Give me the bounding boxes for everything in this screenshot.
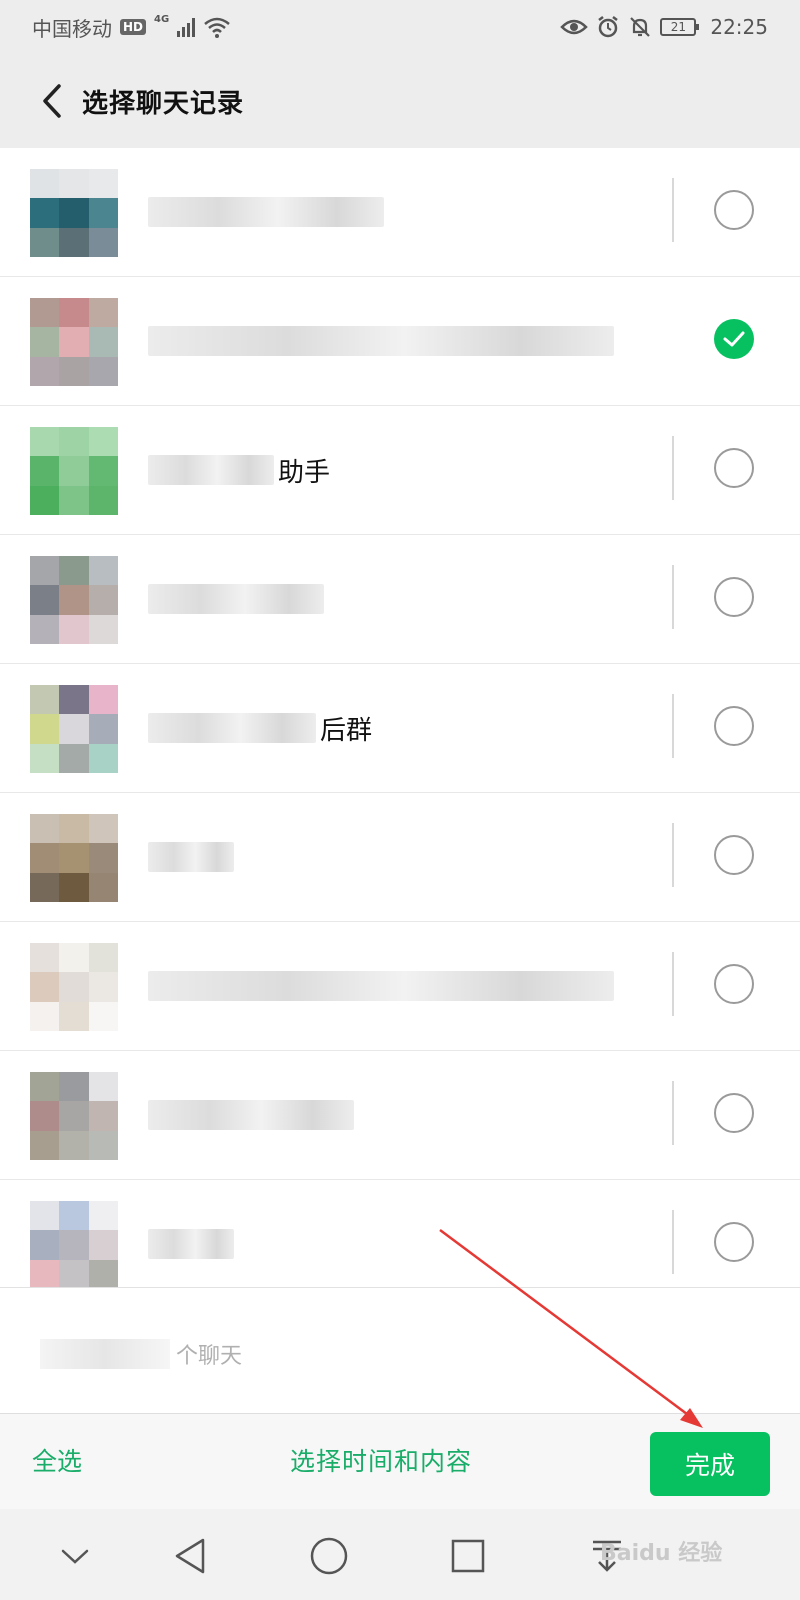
battery-level: 21 xyxy=(670,20,686,34)
row-divider xyxy=(672,178,674,242)
chat-row[interactable] xyxy=(0,277,800,406)
chat-name: 后群 xyxy=(148,710,372,746)
row-divider xyxy=(672,565,674,629)
chat-row[interactable] xyxy=(0,148,800,277)
select-radio[interactable] xyxy=(714,835,754,875)
status-left: 中国移动 HD 4G xyxy=(32,13,231,42)
chat-name xyxy=(148,1226,234,1262)
select-radio[interactable] xyxy=(714,577,754,617)
chat-name xyxy=(148,839,234,875)
eye-icon xyxy=(560,19,589,35)
carrier-label: 中国移动 xyxy=(32,16,112,41)
chat-name xyxy=(148,194,384,230)
blurred-hint xyxy=(40,1339,170,1369)
avatar xyxy=(30,298,118,386)
chat-name xyxy=(148,968,614,1004)
mute-bell-icon xyxy=(630,17,651,37)
battery-icon: 21 xyxy=(660,18,700,36)
blurred-name xyxy=(148,713,316,743)
avatar xyxy=(30,685,118,773)
selection-hint: 个聊天 xyxy=(0,1287,800,1414)
row-divider xyxy=(672,1210,674,1274)
nav-back-button[interactable] xyxy=(165,1531,215,1581)
status-right: 21 22:25 xyxy=(560,15,768,39)
select-radio[interactable] xyxy=(714,964,754,1004)
home-circle-icon xyxy=(310,1537,348,1575)
chat-name xyxy=(148,323,614,359)
checkmark-icon xyxy=(723,331,745,347)
hint-suffix: 个聊天 xyxy=(176,1344,243,1369)
select-radio[interactable] xyxy=(714,190,754,230)
select-all-button[interactable]: 全选 xyxy=(32,1442,82,1478)
back-button[interactable] xyxy=(22,76,82,126)
row-divider xyxy=(672,952,674,1016)
blurred-name xyxy=(148,197,384,227)
chat-name-text: 后群 xyxy=(320,715,373,746)
alarm-icon xyxy=(598,16,619,38)
chat-row[interactable] xyxy=(0,793,800,922)
header: 选择聊天记录 xyxy=(0,54,800,148)
chat-row[interactable]: 助手 xyxy=(0,406,800,535)
avatar xyxy=(30,943,118,1031)
nav-recents-button[interactable] xyxy=(443,1531,493,1581)
blurred-name xyxy=(148,1100,354,1130)
avatar xyxy=(30,556,118,644)
blurred-name xyxy=(148,971,614,1001)
status-bar: 中国移动 HD 4G 21 22:25 xyxy=(0,0,800,54)
done-button[interactable]: 完成 xyxy=(650,1432,770,1496)
chat-row[interactable] xyxy=(0,535,800,664)
select-radio[interactable] xyxy=(714,448,754,488)
avatar xyxy=(30,1072,118,1160)
blurred-name xyxy=(148,842,234,872)
back-triangle-icon xyxy=(175,1538,205,1574)
select-radio-checked[interactable] xyxy=(714,319,754,359)
chat-row[interactable] xyxy=(0,922,800,1051)
signal-icon xyxy=(177,17,196,37)
chevron-down-icon xyxy=(61,1549,89,1564)
chat-name: 助手 xyxy=(148,452,330,488)
select-radio[interactable] xyxy=(714,706,754,746)
avatar xyxy=(30,1201,118,1289)
row-divider xyxy=(672,1081,674,1145)
network-type: 4G xyxy=(154,13,170,25)
hd-badge: HD xyxy=(120,19,147,35)
avatar xyxy=(30,814,118,902)
chat-row[interactable]: 后群 xyxy=(0,664,800,793)
watermark: Baidu 经验 xyxy=(600,1541,723,1566)
avatar xyxy=(30,169,118,257)
chat-name xyxy=(148,581,324,617)
blurred-name xyxy=(148,584,324,614)
select-radio[interactable] xyxy=(714,1093,754,1133)
wifi-icon xyxy=(204,17,230,38)
select-radio[interactable] xyxy=(714,1222,754,1262)
clock: 22:25 xyxy=(710,15,768,39)
recents-square-icon xyxy=(451,1539,485,1573)
row-divider xyxy=(672,823,674,887)
chat-name-text: 助手 xyxy=(278,457,331,488)
row-divider xyxy=(672,694,674,758)
chat-name xyxy=(148,1097,354,1133)
page-title: 选择聊天记录 xyxy=(82,88,245,119)
chat-list[interactable]: 助手 后群 xyxy=(0,148,800,1308)
select-time-content-button[interactable]: 选择时间和内容 xyxy=(290,1442,472,1478)
hint-text: 个聊天 xyxy=(34,1338,242,1370)
row-divider xyxy=(672,436,674,500)
blurred-name xyxy=(148,455,274,485)
nav-home-button[interactable] xyxy=(304,1531,354,1581)
blurred-name xyxy=(148,326,614,356)
blurred-name xyxy=(148,1229,234,1259)
nav-collapse-button[interactable] xyxy=(50,1531,100,1581)
avatar xyxy=(30,427,118,515)
bottom-action-bar: 全选 选择时间和内容 完成 xyxy=(0,1413,800,1509)
chevron-left-icon xyxy=(43,84,61,118)
chat-row[interactable] xyxy=(0,1051,800,1180)
